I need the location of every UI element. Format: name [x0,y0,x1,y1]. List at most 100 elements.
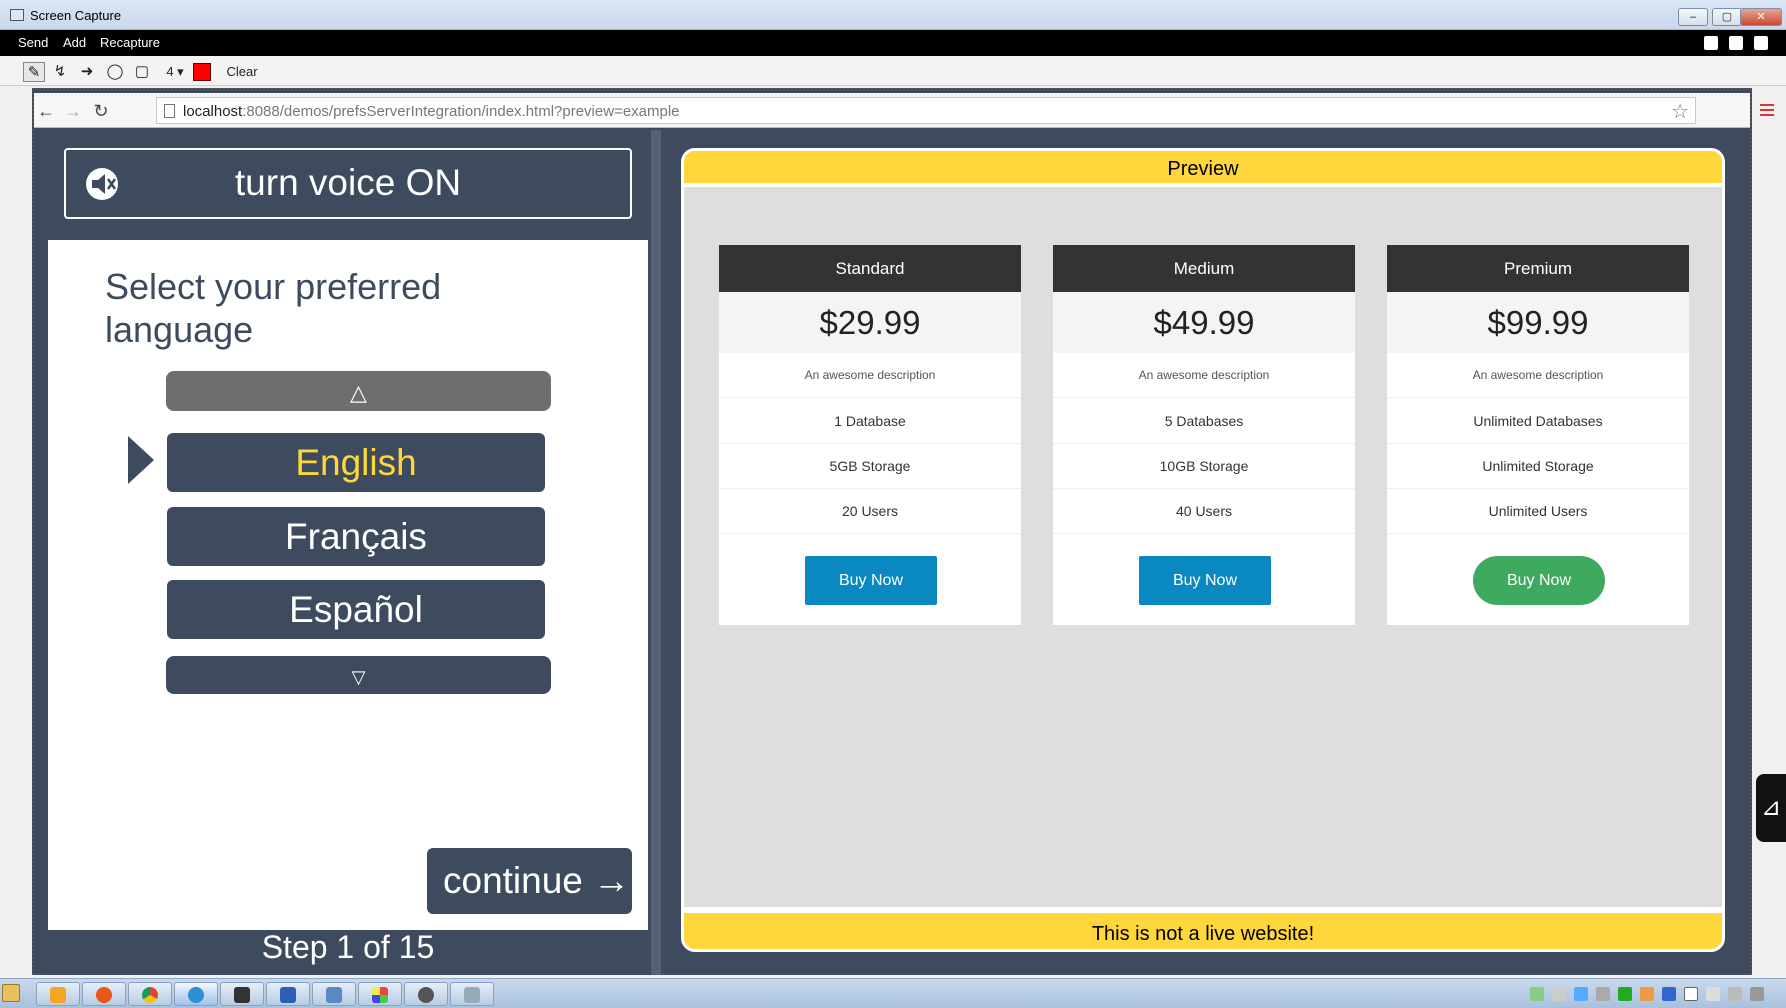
drawing-toolbar: ✎ ↯ ➜ ◯ ▢ 4 ▾ Clear [0,56,1786,86]
mail-icon[interactable] [1574,987,1588,1001]
window-titlebar: Screen Capture – ▢ ✕ [0,0,1786,30]
plan-price: $29.99 [719,292,1021,353]
address-bar[interactable]: localhost:8088/demos/prefsServerIntegrat… [156,97,1696,124]
language-option-francais[interactable]: Français [167,507,545,566]
color-picker[interactable] [193,63,211,81]
selection-pointer-icon [128,436,154,484]
rectangle-icon[interactable]: ▢ [131,62,153,82]
taskbar-app[interactable] [266,982,310,1006]
word-icon [280,987,296,1003]
settings-icon [418,987,434,1003]
maximize-button[interactable]: ▢ [1712,8,1742,26]
browser-menu-icon[interactable] [1760,104,1774,118]
volume-icon[interactable] [1750,987,1764,1001]
voice-toggle-button[interactable]: turn voice ON [64,148,632,219]
plan-feature: 1 Database [719,399,1021,444]
bookmark-star-icon[interactable]: ☆ [1671,99,1689,124]
app-icon [10,9,24,21]
plan-feature: 5GB Storage [719,444,1021,489]
plan-feature: Unlimited Users [1387,489,1689,534]
forward-icon[interactable]: → [62,100,84,122]
puzzle-icon[interactable]: ⊿ [1756,774,1786,842]
signal-icon[interactable] [1728,987,1742,1001]
buy-now-button-standard[interactable]: Buy Now [805,556,937,605]
plan-feature: Unlimited Databases [1387,399,1689,444]
menu-bar: Send Add Recapture [0,30,1786,56]
plan-card-premium: Premium $99.99 An awesome description Un… [1387,245,1689,625]
taskbar [0,978,1786,1008]
menu-recapture[interactable]: Recapture [100,35,160,50]
print-icon[interactable] [1754,36,1768,50]
page-icon [164,104,175,118]
browser-toolbar: ← → ↻ localhost:8088/demos/prefsServerIn… [34,93,1774,128]
paint-icon [372,987,388,1003]
continue-button[interactable]: continue → [427,848,632,914]
battery-icon[interactable] [1684,987,1698,1001]
plan-price: $99.99 [1387,292,1689,353]
plan-description: An awesome description [1387,353,1689,398]
plan-description: An awesome description [719,353,1021,398]
plan-price: $49.99 [1053,292,1355,353]
plan-feature: 10GB Storage [1053,444,1355,489]
step-indicator: Step 1 of 15 [261,929,435,965]
security-icon[interactable] [1640,987,1654,1001]
plan-feature: 20 Users [719,489,1021,534]
lock-icon[interactable] [1552,987,1566,1001]
menu-send[interactable]: Send [18,35,48,50]
pen-icon[interactable]: ✎ [23,62,45,82]
circle-icon[interactable]: ◯ [104,62,126,82]
plan-name: Premium [1387,245,1689,292]
plan-feature: 5 Databases [1053,399,1355,444]
plan-name: Standard [719,245,1021,292]
monitor-icon[interactable] [1618,987,1632,1001]
preview-header: Preview [684,151,1722,187]
curve-icon[interactable]: ↯ [49,62,71,82]
wifi-icon[interactable] [1706,987,1720,1001]
clear-button[interactable]: Clear [222,62,262,82]
taskbar-app[interactable] [82,982,126,1006]
plan-name: Medium [1053,245,1355,292]
minimize-button[interactable]: – [1678,8,1708,26]
url-text[interactable]: localhost:8088/demos/prefsServerIntegrat… [183,103,680,120]
bluetooth-icon[interactable] [1662,987,1676,1001]
media-player-icon [50,987,66,1003]
taskbar-app[interactable] [404,982,448,1006]
plan-card-standard: Standard $29.99 An awesome description 1… [719,245,1021,625]
arrow-icon[interactable]: ➜ [76,62,98,82]
terminal-icon [234,987,250,1003]
preview-footer: This is not a live website! [684,907,1722,949]
close-button[interactable]: ✕ [1740,8,1782,26]
internet-explorer-icon [188,987,204,1003]
taskbar-app[interactable] [220,982,264,1006]
plan-description: An awesome description [1053,353,1355,398]
taskbar-app[interactable] [36,982,80,1006]
window-title: Screen Capture [30,8,122,23]
language-option-english[interactable]: English [167,433,545,492]
language-option-espanol[interactable]: Español [167,580,545,639]
windows-explorer-icon[interactable] [2,984,20,1002]
line-width-select[interactable]: 4 ▾ [160,62,190,82]
plan-card-medium: Medium $49.99 An awesome description 5 D… [1053,245,1355,625]
taskbar-app[interactable] [174,982,218,1006]
remote-desktop-icon [326,987,342,1003]
taskbar-app[interactable] [358,982,402,1006]
scroll-up-button[interactable]: △ [166,371,551,411]
buy-now-button-premium[interactable]: Buy Now [1473,556,1605,605]
document-icon[interactable] [1704,36,1718,50]
back-icon[interactable]: ← [35,100,57,122]
panel-divider[interactable] [651,130,661,975]
firefox-icon [96,987,112,1003]
scroll-down-button[interactable]: ▽ [166,656,551,694]
screen-capture-icon [464,987,480,1003]
chrome-icon [142,987,158,1003]
download-icon[interactable] [1729,36,1743,50]
buy-now-button-medium[interactable]: Buy Now [1139,556,1271,605]
drive-icon[interactable] [1596,987,1610,1001]
taskbar-app[interactable] [450,982,494,1006]
taskbar-app[interactable] [312,982,356,1006]
voice-toggle-label: turn voice ON [234,162,462,203]
taskbar-app[interactable] [128,982,172,1006]
menu-add[interactable]: Add [63,35,86,50]
reload-icon[interactable]: ↻ [90,100,112,122]
network-icon[interactable] [1530,987,1544,1001]
